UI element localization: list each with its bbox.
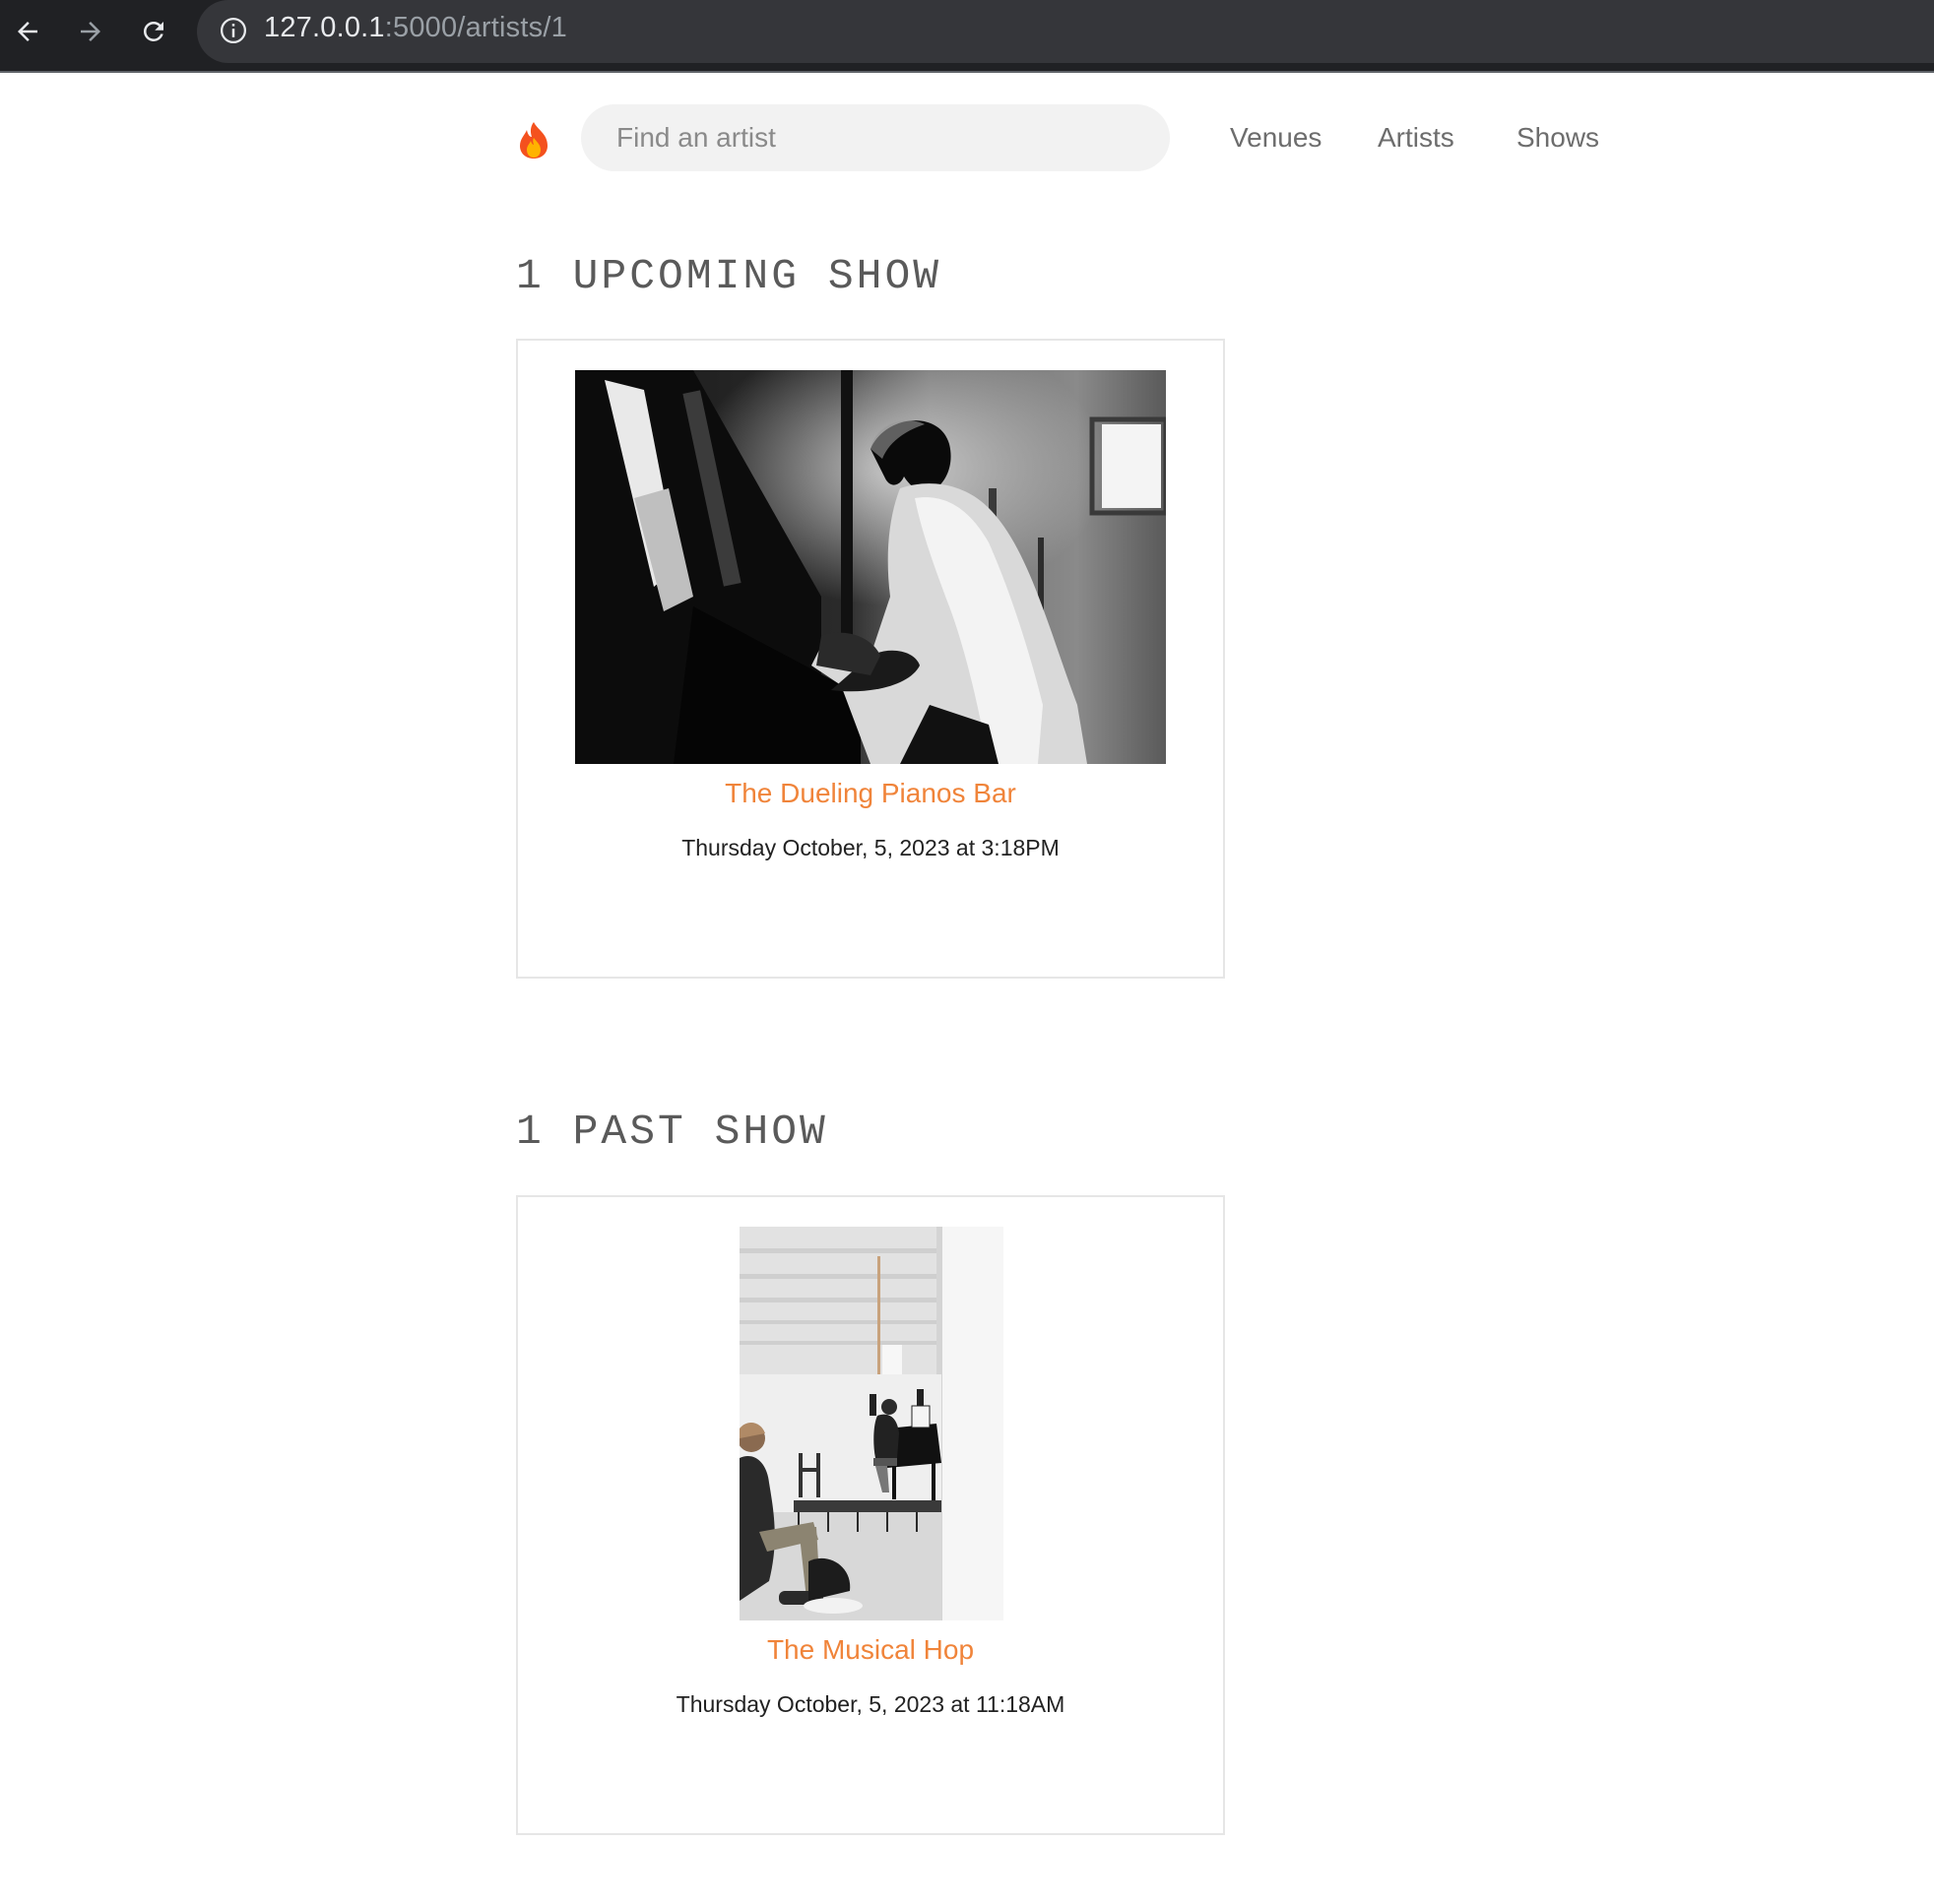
past-show-card[interactable]: The Musical Hop Thursday October, 5, 202… (516, 1195, 1225, 1835)
nav-venues-link[interactable]: Venues (1230, 122, 1322, 154)
show-start-time: Thursday October, 5, 2023 at 3:18PM (681, 835, 1060, 860)
show-start-time: Thursday October, 5, 2023 at 11:18AM (676, 1691, 1065, 1717)
browser-toolbar: 127.0.0.1:5000/artists/1 (0, 0, 1934, 73)
show-venue-link[interactable]: The Musical Hop (518, 1634, 1223, 1666)
venue-image[interactable] (575, 370, 1166, 764)
url-path: :5000/artists/1 (384, 12, 567, 43)
upcoming-show-card[interactable]: The Dueling Pianos Bar Thursday October,… (516, 339, 1225, 979)
past-shows-heading: 1 PAST SHOW (516, 1108, 828, 1156)
venue-image[interactable] (740, 1227, 1003, 1620)
upcoming-shows-heading: 1 UPCOMING SHOW (516, 252, 942, 300)
nav-artists-link[interactable]: Artists (1378, 122, 1454, 154)
back-arrow-icon[interactable] (6, 10, 49, 53)
nav-shows-link[interactable]: Shows (1516, 122, 1599, 154)
info-icon[interactable] (219, 16, 248, 45)
address-url[interactable]: 127.0.0.1:5000/artists/1 (264, 12, 567, 44)
url-host: 127.0.0.1 (264, 12, 385, 43)
forward-arrow-icon[interactable] (69, 10, 112, 53)
site-header: Venues Artists Shows (516, 102, 1599, 173)
flame-icon[interactable] (516, 120, 551, 159)
search-input[interactable] (581, 104, 1170, 171)
show-venue-link[interactable]: The Dueling Pianos Bar (518, 778, 1223, 809)
reload-icon[interactable] (132, 10, 175, 53)
